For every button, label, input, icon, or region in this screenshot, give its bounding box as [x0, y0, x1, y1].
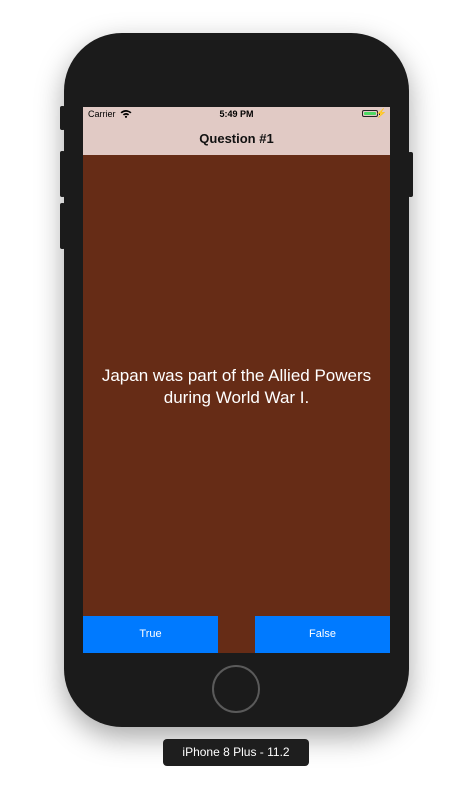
false-button-label: False: [309, 628, 336, 640]
app-screen: Carrier 5:49 PM ⚡ Question #1 Japan was …: [83, 107, 390, 653]
home-button[interactable]: [212, 665, 260, 713]
true-button-label: True: [139, 628, 162, 640]
true-button[interactable]: True: [83, 616, 218, 653]
simulator-device-label: iPhone 8 Plus - 11.2: [163, 739, 309, 766]
power-button: [408, 152, 413, 197]
status-bar: Carrier 5:49 PM ⚡: [83, 107, 390, 122]
volume-down-button: [60, 203, 65, 249]
volume-up-button: [60, 151, 65, 197]
question-text: Japan was part of the Allied Powers duri…: [101, 366, 372, 407]
false-button[interactable]: False: [255, 616, 390, 653]
status-time: 5:49 PM: [219, 109, 254, 119]
bolt-icon: ⚡: [375, 108, 387, 118]
page-title: Question #1: [199, 131, 274, 146]
mute-switch: [60, 106, 65, 130]
navigation-bar: Question #1: [83, 122, 390, 155]
